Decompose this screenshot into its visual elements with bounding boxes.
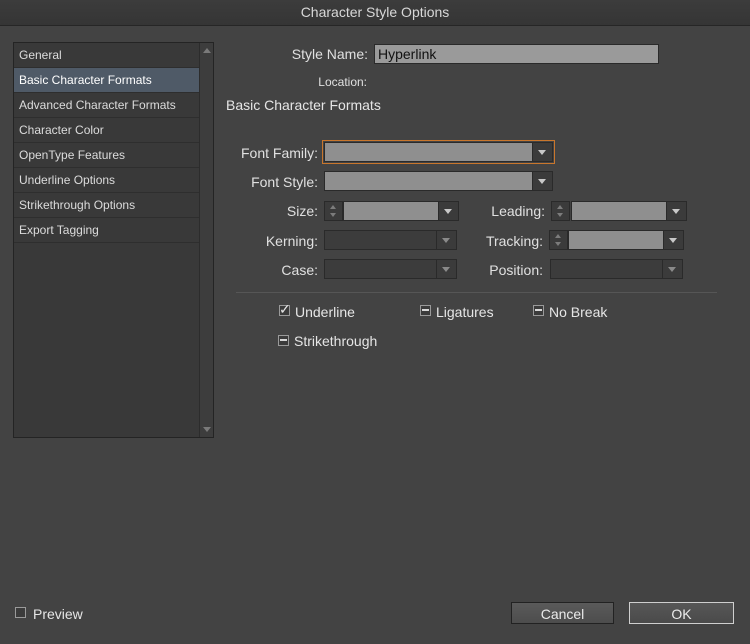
leading-stepper[interactable] bbox=[551, 201, 570, 221]
ligatures-label: Ligatures bbox=[436, 304, 494, 320]
case-dropdown[interactable] bbox=[324, 259, 457, 279]
chevron-down-icon[interactable] bbox=[532, 172, 552, 190]
chevron-down-icon[interactable] bbox=[436, 260, 456, 278]
font-family-label: Font Family: bbox=[240, 145, 318, 161]
preview-label: Preview bbox=[33, 606, 83, 622]
category-list[interactable]: General Basic Character Formats Advanced… bbox=[13, 42, 214, 438]
sidebar-item-export-tagging[interactable]: Export Tagging bbox=[14, 218, 200, 243]
cancel-button[interactable]: Cancel bbox=[511, 602, 614, 624]
strikethrough-label: Strikethrough bbox=[294, 333, 378, 349]
no-break-checkbox[interactable] bbox=[533, 305, 544, 316]
tracking-stepper[interactable] bbox=[549, 230, 568, 250]
preview-checkbox[interactable] bbox=[15, 607, 26, 618]
scroll-up-icon[interactable] bbox=[203, 48, 211, 53]
chevron-down-icon[interactable] bbox=[436, 231, 456, 249]
ligatures-checkbox[interactable] bbox=[420, 305, 431, 316]
position-label: Position: bbox=[489, 262, 543, 278]
size-label: Size: bbox=[286, 203, 318, 219]
sidebar-scrollbar[interactable] bbox=[199, 43, 213, 437]
position-dropdown[interactable] bbox=[550, 259, 683, 279]
sidebar-item-advanced-character-formats[interactable]: Advanced Character Formats bbox=[14, 93, 200, 118]
chevron-down-icon[interactable] bbox=[662, 260, 682, 278]
underline-label: Underline bbox=[295, 304, 355, 320]
font-style-dropdown[interactable] bbox=[324, 171, 553, 191]
no-break-label: No Break bbox=[549, 304, 608, 320]
chevron-down-icon[interactable] bbox=[666, 202, 686, 220]
leading-label: Leading: bbox=[491, 203, 545, 219]
section-divider bbox=[236, 292, 717, 293]
sidebar-item-general[interactable]: General bbox=[14, 43, 200, 68]
chevron-down-icon[interactable] bbox=[438, 202, 458, 220]
size-stepper[interactable] bbox=[324, 201, 343, 221]
style-name-input[interactable]: Hyperlink bbox=[374, 44, 659, 64]
scroll-down-icon[interactable] bbox=[203, 427, 211, 432]
checkmark-icon: ✓ bbox=[279, 301, 291, 317]
leading-dropdown[interactable] bbox=[571, 201, 687, 221]
section-heading: Basic Character Formats bbox=[226, 97, 381, 113]
font-style-label: Font Style: bbox=[251, 174, 318, 190]
window-title: Character Style Options bbox=[0, 0, 750, 26]
font-family-dropdown[interactable] bbox=[322, 140, 555, 164]
stepper-down-icon[interactable] bbox=[330, 213, 336, 217]
strikethrough-checkbox[interactable] bbox=[278, 335, 289, 346]
case-label: Case: bbox=[281, 262, 318, 278]
tracking-dropdown[interactable] bbox=[568, 230, 684, 250]
chevron-down-icon[interactable] bbox=[663, 231, 683, 249]
location-label: Location: bbox=[318, 75, 367, 89]
stepper-up-icon[interactable] bbox=[330, 205, 336, 209]
stepper-down-icon[interactable] bbox=[555, 242, 561, 246]
sidebar-item-basic-character-formats[interactable]: Basic Character Formats bbox=[14, 68, 200, 93]
ok-button[interactable]: OK bbox=[629, 602, 734, 624]
sidebar-item-opentype-features[interactable]: OpenType Features bbox=[14, 143, 200, 168]
stepper-up-icon[interactable] bbox=[555, 234, 561, 238]
chevron-down-icon[interactable] bbox=[532, 143, 552, 161]
sidebar-item-underline-options[interactable]: Underline Options bbox=[14, 168, 200, 193]
kerning-label: Kerning: bbox=[265, 233, 318, 249]
style-name-label: Style Name: bbox=[291, 46, 368, 62]
stepper-up-icon[interactable] bbox=[557, 205, 563, 209]
sidebar-item-strikethrough-options[interactable]: Strikethrough Options bbox=[14, 193, 200, 218]
sidebar-item-character-color[interactable]: Character Color bbox=[14, 118, 200, 143]
kerning-dropdown[interactable] bbox=[324, 230, 457, 250]
tracking-label: Tracking: bbox=[485, 233, 543, 249]
stepper-down-icon[interactable] bbox=[557, 213, 563, 217]
size-dropdown[interactable] bbox=[343, 201, 459, 221]
